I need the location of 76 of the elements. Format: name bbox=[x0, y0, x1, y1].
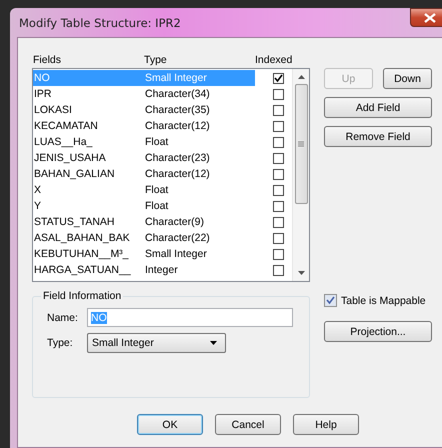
indexed-checkbox[interactable] bbox=[273, 136, 284, 148]
field-name: BAHAN_GALIAN bbox=[33, 168, 116, 180]
field-type: Character(9) bbox=[145, 216, 204, 228]
field-row[interactable]: LUAS__Ha_ Float bbox=[33, 134, 255, 150]
field-row[interactable]: ASAL_BAHAN_BAK Character(22) bbox=[33, 230, 255, 246]
indexed-checkbox[interactable] bbox=[273, 200, 284, 212]
field-row[interactable]: Y Float bbox=[33, 198, 255, 214]
field-name: X bbox=[33, 184, 42, 196]
column-header: Fields bbox=[32, 54, 62, 66]
field-row[interactable]: IPR Character(34) bbox=[33, 86, 255, 102]
indexed-checkbox[interactable] bbox=[273, 232, 284, 244]
close-icon bbox=[424, 12, 436, 22]
indexed-checkbox[interactable] bbox=[273, 216, 284, 228]
mappable-checkbox[interactable] bbox=[324, 294, 337, 307]
field-type: Character(12) bbox=[145, 168, 210, 180]
field-name: LUAS__Ha_ bbox=[33, 136, 94, 148]
type-label: Type: bbox=[47, 337, 74, 349]
indexed-checkbox[interactable] bbox=[273, 72, 284, 84]
field-name: KECAMATAN bbox=[33, 120, 99, 132]
indexed-checkbox[interactable] bbox=[273, 104, 284, 116]
field-row[interactable]: BAHAN_GALIAN Character(12) bbox=[33, 166, 255, 182]
field-type: Float bbox=[145, 200, 168, 212]
field-name: LOKASI bbox=[33, 104, 73, 116]
indexed-checkbox[interactable] bbox=[273, 120, 284, 132]
close-button[interactable] bbox=[410, 8, 442, 27]
field-row[interactable]: JENIS_USAHA Character(23) bbox=[33, 150, 255, 166]
field-name: IPR bbox=[33, 88, 53, 100]
field-name: NO bbox=[33, 72, 51, 84]
indexed-checkbox[interactable] bbox=[273, 248, 284, 260]
field-row[interactable]: STATUS_TANAH Character(9) bbox=[33, 214, 255, 230]
field-button[interactable]: Add Field bbox=[324, 97, 432, 118]
projection-button[interactable]: Projection... bbox=[324, 321, 432, 342]
indexed-checkbox[interactable] bbox=[273, 264, 284, 276]
field-type: Small Integer bbox=[145, 72, 207, 84]
field-name: STATUS_TANAH bbox=[33, 216, 116, 228]
field-type: Float bbox=[145, 136, 168, 148]
dialog-button[interactable]: OK bbox=[137, 414, 203, 435]
column-header: Type bbox=[144, 54, 168, 66]
indexed-checkbox[interactable] bbox=[273, 152, 284, 164]
scroll-down-icon[interactable] bbox=[298, 271, 304, 275]
field-row[interactable]: KEBUTUHAN__M³_ Small Integer bbox=[33, 246, 255, 262]
scroll-up-icon[interactable] bbox=[298, 75, 304, 79]
field-row[interactable]: X Float bbox=[33, 182, 255, 198]
name-label: Name: bbox=[47, 312, 79, 324]
field-row[interactable]: HARGA_SATUAN__ Integer bbox=[33, 262, 255, 278]
field-type: Character(34) bbox=[145, 88, 210, 100]
window-title: Modify Table Structure: IPR2 bbox=[18, 16, 181, 30]
field-button[interactable]: Remove Field bbox=[324, 126, 432, 147]
mappable-label: Table is Mappable bbox=[341, 294, 426, 306]
move-button[interactable]: Down bbox=[383, 68, 432, 89]
field-type: Character(22) bbox=[145, 232, 210, 244]
field-type: Integer bbox=[145, 264, 178, 276]
field-type: Character(35) bbox=[145, 104, 210, 116]
column-header: Indexed bbox=[255, 54, 292, 66]
field-type: Character(12) bbox=[145, 120, 210, 132]
field-name: JENIS_USAHA bbox=[33, 152, 107, 164]
indexed-checkbox[interactable] bbox=[273, 168, 284, 180]
field-row[interactable]: KECAMATAN Character(12) bbox=[33, 118, 255, 134]
indexed-checkbox[interactable] bbox=[273, 88, 284, 100]
group-title: Field Information bbox=[42, 290, 122, 302]
scroll-thumb[interactable] bbox=[294, 84, 308, 204]
dialog-button[interactable]: Help bbox=[293, 414, 359, 435]
field-name: Y bbox=[33, 200, 42, 212]
field-type: Float bbox=[145, 184, 168, 196]
type-dropdown[interactable]: Small Integer bbox=[87, 333, 226, 353]
field-type: Small Integer bbox=[145, 248, 207, 260]
field-name: HARGA_SATUAN__ bbox=[33, 264, 132, 276]
scrollbar[interactable] bbox=[292, 69, 309, 281]
field-type: Character(23) bbox=[145, 152, 210, 164]
grip-icon bbox=[298, 141, 304, 147]
field-row[interactable]: LOKASI Character(35) bbox=[33, 102, 255, 118]
field-name: KEBUTUHAN__M³_ bbox=[33, 248, 130, 260]
indexed-checkbox[interactable] bbox=[273, 184, 284, 196]
dialog-button[interactable]: Cancel bbox=[215, 414, 281, 435]
caret-icon bbox=[210, 341, 217, 345]
field-name: ASAL_BAHAN_BAK bbox=[33, 232, 131, 244]
